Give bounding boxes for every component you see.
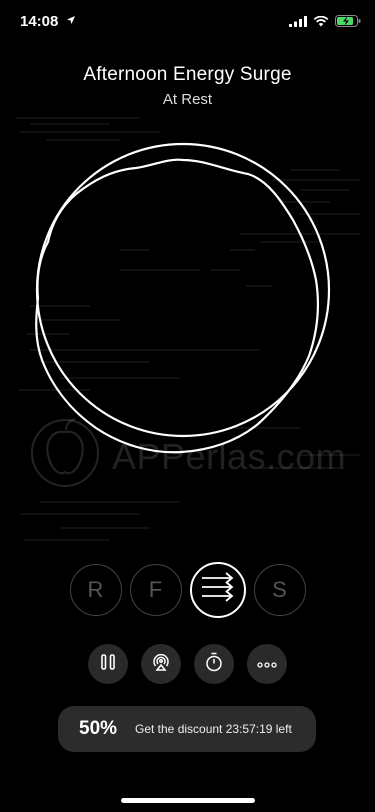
signal-icon [289, 14, 307, 32]
home-indicator[interactable] [121, 798, 255, 803]
location-arrow-icon [66, 12, 76, 30]
playback-controls [0, 644, 375, 684]
apple-watermark-icon [31, 418, 99, 487]
rest-circle [35, 142, 331, 438]
mode-label-r: R [87, 577, 104, 602]
status-icons [289, 14, 361, 32]
airplay-button[interactable] [141, 644, 181, 684]
flow-arrows-icon [198, 572, 238, 608]
timer-button[interactable] [194, 644, 234, 684]
watermark-text: APPerlas.com [112, 436, 347, 477]
more-icon [257, 655, 277, 673]
mode-button-flow[interactable] [189, 562, 246, 618]
battery-charging-icon [335, 14, 361, 32]
airplay-icon [151, 652, 171, 677]
timer-icon [205, 652, 223, 677]
discount-banner[interactable]: 50% Get the discount 23:57:19 left [58, 706, 316, 752]
mode-label-f: F [148, 577, 163, 602]
mode-label-s: S [272, 577, 287, 602]
mode-selector: R F S [0, 562, 375, 618]
session-title: Afternoon Energy Surge [83, 64, 292, 85]
status-time: 14:08 [20, 13, 59, 30]
audio-visualizer [16, 117, 360, 541]
mode-button-r[interactable]: R [69, 564, 122, 616]
mode-button-s[interactable]: S [253, 564, 306, 616]
session-state: At Rest [162, 91, 213, 108]
more-button[interactable] [247, 644, 287, 684]
pause-button[interactable] [88, 644, 128, 684]
discount-percent: 50% [79, 718, 118, 739]
discount-text: Get the discount 23:57:19 left [135, 722, 292, 736]
mode-button-f[interactable]: F [129, 564, 182, 616]
status-bar: 14:08 [0, 0, 375, 44]
wifi-icon [313, 14, 329, 32]
pause-icon [101, 653, 115, 675]
